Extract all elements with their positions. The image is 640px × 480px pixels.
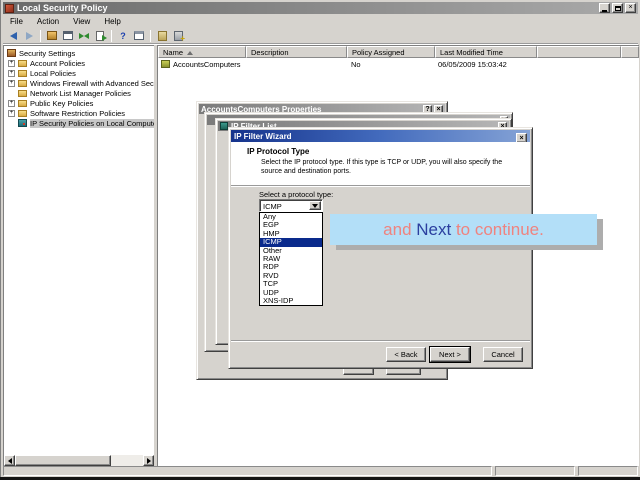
help-icon[interactable]: ? xyxy=(116,29,130,42)
cell-policy-assigned: No xyxy=(351,60,361,69)
expand-icon[interactable]: + xyxy=(8,79,15,87)
tree-item-account-policies[interactable]: + Account Policies xyxy=(8,58,85,68)
add-policy-icon[interactable]: + xyxy=(171,29,185,43)
header-separator xyxy=(231,185,530,187)
folder-icon xyxy=(18,99,27,107)
column-header-blank xyxy=(621,46,639,58)
folder-icon xyxy=(18,69,27,77)
status-pane-mid xyxy=(495,466,575,476)
tree-item-ip-security-policies[interactable]: IP Security Policies on Local Computer xyxy=(18,118,154,128)
tree-item-software-restriction[interactable]: + Software Restriction Policies xyxy=(8,108,125,118)
next-button[interactable]: Next > xyxy=(430,347,470,362)
window-titlebar[interactable]: Local Security Policy × xyxy=(3,2,638,14)
chevron-down-icon[interactable] xyxy=(309,201,321,210)
scroll-right-icon[interactable] xyxy=(143,455,154,466)
menu-view[interactable]: View xyxy=(66,17,97,26)
caption-text-accent: Next xyxy=(416,219,452,239)
button-separator xyxy=(231,340,530,342)
expand-icon[interactable]: + xyxy=(8,59,15,67)
wizard-header: IP Protocol Type Select the IP protocol … xyxy=(231,142,530,185)
app-icon xyxy=(5,3,14,13)
tree-item-local-policies[interactable]: + Local Policies xyxy=(8,68,76,78)
combobox-value: ICMP xyxy=(263,202,282,211)
column-header-last-modified[interactable]: Last Modified Time xyxy=(435,46,537,58)
scrollbar-thumb[interactable] xyxy=(15,455,111,466)
toolbar: ? + xyxy=(3,28,638,44)
screen: Local Security Policy × File Action View… xyxy=(0,0,640,480)
tree-item-security-settings[interactable]: Security Settings xyxy=(7,48,75,58)
wizard-description-line1: Select the IP protocol type. If this typ… xyxy=(261,159,503,166)
menu-action[interactable]: Action xyxy=(30,17,66,26)
protocol-type-label: Select a protocol type: xyxy=(259,190,334,199)
toolbar-separator xyxy=(40,29,41,42)
folder-icon xyxy=(18,89,27,97)
expand-icon[interactable]: + xyxy=(8,109,15,117)
certificate-icon[interactable] xyxy=(155,29,169,42)
list-row-accountscomputers[interactable]: AccountsComputers No 06/05/2009 15:03:42 xyxy=(158,59,639,70)
menu-help[interactable]: Help xyxy=(97,17,127,26)
column-header-blank xyxy=(537,46,621,58)
refresh-icon[interactable] xyxy=(77,29,91,42)
list-header: Name Description Policy Assigned Last Mo… xyxy=(158,46,639,58)
ip-filter-list-icon xyxy=(220,122,228,130)
ipsec-policy-item-icon xyxy=(161,60,170,68)
toolbar-separator xyxy=(150,29,151,42)
cancel-button[interactable]: Cancel xyxy=(483,347,523,362)
folder-icon xyxy=(18,109,27,117)
column-header-description[interactable]: Description xyxy=(246,46,347,58)
expand-icon[interactable]: + xyxy=(8,99,15,107)
close-icon: × xyxy=(628,4,633,11)
wizard-title: IP Filter Wizard xyxy=(234,131,292,141)
tree-item-public-key-policies[interactable]: + Public Key Policies xyxy=(8,98,93,108)
cell-last-modified: 06/05/2009 15:03:42 xyxy=(438,60,507,69)
wizard-titlebar[interactable]: IP Filter Wizard × xyxy=(231,130,530,143)
folder-icon xyxy=(18,79,27,87)
status-pane-right xyxy=(578,466,638,476)
console-window-icon[interactable] xyxy=(132,29,146,42)
statusbar xyxy=(3,466,638,477)
console-tree-pane: Security Settings + Account Policies + L… xyxy=(3,45,154,466)
menubar: File Action View Help xyxy=(3,15,638,27)
minimize-icon xyxy=(602,10,607,12)
tree-item-network-list-manager[interactable]: Network List Manager Policies xyxy=(18,88,131,98)
back-icon[interactable] xyxy=(6,29,20,42)
ipsec-policy-icon xyxy=(18,119,27,127)
cell-name: AccountsComputers xyxy=(173,60,241,69)
wizard-description-line2: source and destination ports. xyxy=(261,168,351,175)
expand-icon[interactable]: + xyxy=(8,69,15,77)
back-button[interactable]: < Back xyxy=(386,347,426,362)
column-header-policy-assigned[interactable]: Policy Assigned xyxy=(347,46,435,58)
minimize-button[interactable] xyxy=(599,3,610,13)
wizard-heading: IP Protocol Type xyxy=(247,147,310,156)
tree-item-windows-firewall[interactable]: + Windows Firewall with Advanced Securit… xyxy=(8,78,154,88)
caption-text-after: to continue. xyxy=(451,219,544,239)
export-list-icon[interactable] xyxy=(93,29,107,42)
column-header-name[interactable]: Name xyxy=(158,46,246,58)
window-title: Local Security Policy xyxy=(17,3,108,13)
option-xns-idp[interactable]: XNS-IDP xyxy=(260,296,322,305)
folder-icon xyxy=(18,59,27,67)
ip-filter-wizard-dialog: IP Filter Wizard × IP Protocol Type Sele… xyxy=(228,127,533,369)
scroll-left-icon[interactable] xyxy=(4,455,15,466)
window-icon[interactable] xyxy=(61,29,75,42)
menu-file[interactable]: File xyxy=(3,17,30,26)
forward-icon[interactable] xyxy=(22,29,36,42)
protocol-combobox[interactable]: ICMP xyxy=(259,199,323,212)
restore-icon xyxy=(614,6,621,11)
tutorial-caption: and Next to continue. xyxy=(330,214,597,245)
caption-text-before: and xyxy=(383,219,417,239)
toolbar-separator xyxy=(111,29,112,42)
security-settings-icon xyxy=(7,49,16,57)
sort-ascending-icon xyxy=(187,51,194,55)
protocol-dropdown-list: Any EGP HMP ICMP Other RAW RDP RVD TCP U… xyxy=(259,212,323,306)
status-pane-main xyxy=(3,466,492,476)
show-console-tree-icon[interactable] xyxy=(45,29,59,42)
close-button[interactable]: × xyxy=(625,3,636,13)
tree-hscrollbar[interactable] xyxy=(4,455,154,466)
restore-button[interactable] xyxy=(612,3,623,13)
